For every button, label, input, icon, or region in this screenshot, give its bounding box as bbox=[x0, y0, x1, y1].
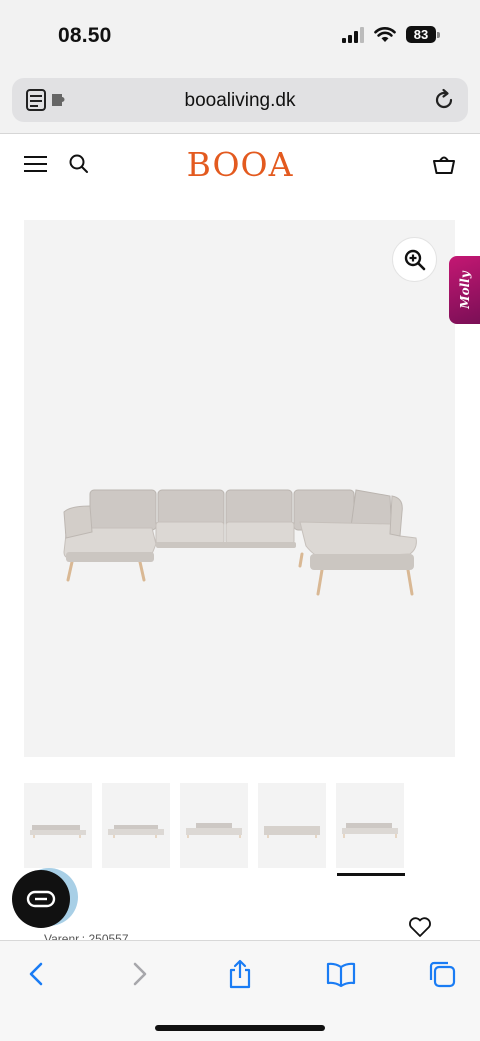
chat-icon bbox=[26, 890, 56, 908]
product-image[interactable] bbox=[24, 220, 455, 757]
address-bar[interactable]: booaliving.dk bbox=[12, 78, 468, 122]
chevron-right-icon[interactable] bbox=[124, 959, 154, 989]
molly-label: Molly bbox=[457, 271, 472, 309]
thumbnail-4[interactable] bbox=[258, 783, 326, 868]
status-bar: 08.50 83 bbox=[0, 0, 480, 70]
molly-assistant-tab[interactable]: Molly bbox=[449, 256, 480, 324]
share-icon[interactable] bbox=[225, 959, 255, 989]
wifi-icon bbox=[374, 27, 396, 42]
sofa-photo bbox=[63, 489, 417, 596]
heart-icon[interactable] bbox=[408, 916, 432, 938]
cellular-signal-icon bbox=[342, 26, 364, 43]
basket-icon[interactable] bbox=[432, 152, 456, 176]
zoom-button[interactable] bbox=[392, 237, 437, 282]
status-icons: 83 bbox=[342, 26, 440, 43]
chevron-left-icon[interactable] bbox=[22, 959, 52, 989]
book-icon[interactable] bbox=[326, 959, 356, 989]
battery-level: 83 bbox=[406, 26, 436, 43]
zoom-in-icon bbox=[404, 249, 425, 270]
thumbnail-5[interactable] bbox=[336, 783, 404, 868]
tabs-icon[interactable] bbox=[427, 959, 457, 989]
browser-address-area: booaliving.dk bbox=[0, 70, 480, 134]
selected-thumbnail-indicator bbox=[337, 873, 405, 876]
product-variant-number: Varenr.: 250557 bbox=[44, 932, 129, 940]
site-header: BOOA bbox=[0, 135, 480, 195]
thumbnail-strip bbox=[24, 783, 404, 868]
thumbnail-3[interactable] bbox=[180, 783, 248, 868]
url-text[interactable]: booaliving.dk bbox=[12, 90, 468, 112]
thumbnail-2[interactable] bbox=[102, 783, 170, 868]
thumbnail-1[interactable] bbox=[24, 783, 92, 868]
site-logo[interactable]: BOOA bbox=[0, 145, 480, 184]
battery-icon: 83 bbox=[406, 26, 440, 43]
status-time: 08.50 bbox=[58, 24, 112, 47]
home-indicator bbox=[155, 1025, 325, 1031]
reload-icon[interactable] bbox=[432, 88, 456, 112]
chat-button[interactable] bbox=[12, 870, 70, 928]
